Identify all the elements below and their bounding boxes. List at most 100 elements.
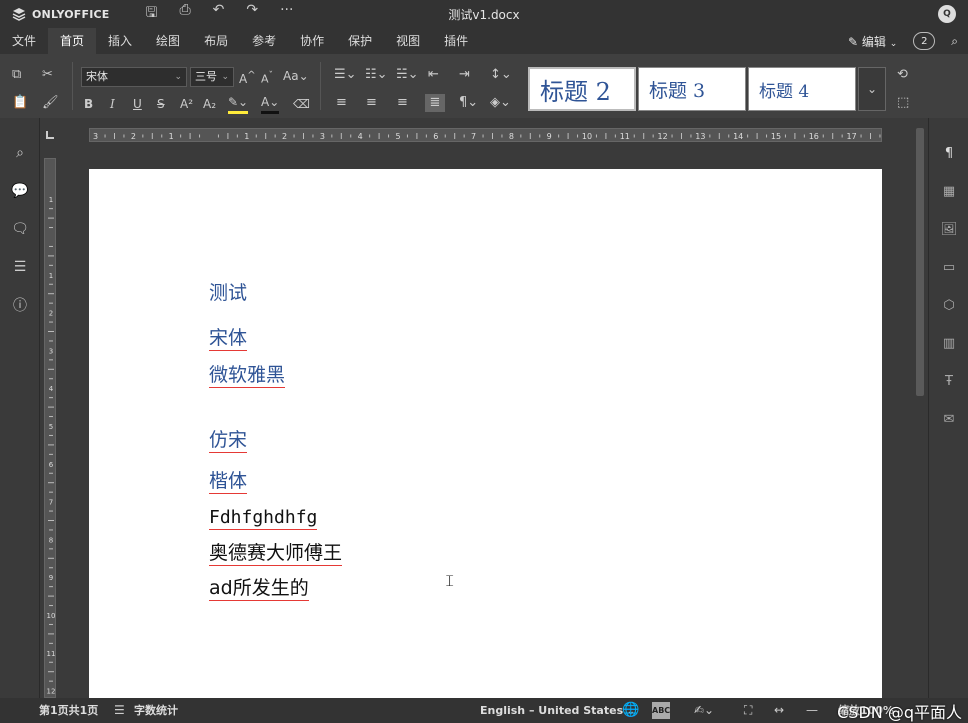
doc-line-2[interactable]: 宋体 [209, 327, 248, 351]
decrease-indent-icon[interactable]: ⇤ [428, 66, 439, 84]
tab-layout[interactable]: 布局 [192, 28, 240, 54]
align-left-icon[interactable]: ≡ [336, 94, 347, 112]
vertical-ruler[interactable]: 1123456789101112 [44, 158, 56, 698]
paste-icon[interactable]: 📋 [12, 94, 28, 112]
increase-indent-icon[interactable]: ⇥ [459, 66, 470, 84]
font-size-select[interactable]: 三号 ⌄ [190, 67, 234, 87]
doc-line-7[interactable]: 奥德赛大师傅王 [209, 542, 343, 566]
paragraph-marks-icon[interactable]: ¶⌄ [459, 94, 478, 112]
document-page[interactable]: 测试 宋体 微软雅黑 仿宋 楷体 Fdhfghdhfg 奥德赛大师傅王 ad所发… [89, 169, 882, 698]
doc-line-3[interactable]: 微软雅黑 [209, 364, 286, 388]
font-name-select[interactable]: 宋体 ⌄ [81, 67, 187, 87]
doc-line-6[interactable]: Fdhfghdhfg [209, 507, 318, 530]
textart-settings-icon[interactable]: Ŧ [929, 362, 968, 400]
header-footer-icon[interactable]: ▭ [929, 248, 968, 286]
line-spacing-icon[interactable]: ↕⌄ [490, 66, 512, 84]
zoom-out-icon[interactable]: — [806, 698, 818, 723]
multilevel-list-icon[interactable]: ☵⌄ [396, 66, 419, 84]
align-right-icon[interactable]: ≡ [397, 94, 408, 112]
tab-collaboration[interactable]: 协作 [288, 28, 336, 54]
strikethrough-icon[interactable]: S [157, 95, 165, 113]
change-case-icon[interactable]: Aa⌄ [283, 67, 309, 85]
comments-icon[interactable]: 💬 [0, 172, 40, 210]
underline-icon[interactable]: U [133, 95, 142, 113]
fit-width-icon[interactable]: ↔ [774, 698, 784, 723]
shading-icon[interactable]: ◈⌄ [490, 94, 511, 112]
justify-icon[interactable]: ≣ [425, 94, 445, 112]
style-heading-4[interactable]: 标题 4 [748, 67, 856, 111]
superscript-icon[interactable]: A² [180, 95, 193, 113]
horizontal-ruler[interactable]: 3 2 1 1 2 3 4 5 6 7 8 9 10 11 12 13 14 15 16 17 [89, 128, 882, 142]
globe-icon[interactable]: 🌐 [622, 698, 639, 723]
ruler-label: 14 [733, 132, 743, 141]
tab-view[interactable]: 视图 [384, 28, 432, 54]
tab-protection[interactable]: 保护 [336, 28, 384, 54]
tab-draw[interactable]: 绘图 [144, 28, 192, 54]
word-count-button[interactable]: 字数统计 [134, 698, 178, 723]
edit-mode-label: 编辑 [861, 34, 886, 49]
numbered-list-icon[interactable]: ☷⌄ [365, 66, 388, 84]
increase-font-icon[interactable]: A^ [239, 67, 256, 88]
app-logo: ONLYOFFICE [12, 7, 110, 21]
tab-references[interactable]: 参考 [240, 28, 288, 54]
tab-home[interactable]: 首页 [48, 28, 97, 54]
redo-icon[interactable]: ↷ [246, 2, 258, 26]
doc-line-5[interactable]: 楷体 [209, 470, 248, 494]
brand-name: ONLYOFFICE [32, 7, 110, 21]
spell-check-button[interactable]: ABC [652, 702, 670, 719]
navigation-icon[interactable]: ☰ [0, 248, 40, 286]
co-editing-users-badge[interactable]: 2 [913, 32, 936, 50]
doc-line-8[interactable]: ad所发生的 [209, 577, 309, 601]
tab-file[interactable]: 文件 [0, 28, 48, 54]
highlight-color-icon[interactable]: ✎⌄ [228, 93, 249, 114]
style-heading-3[interactable]: 标题 3 [638, 67, 746, 111]
replace-icon[interactable]: ⟲ [897, 66, 908, 84]
decrease-font-icon[interactable]: Aˇ [261, 67, 273, 89]
tab-insert[interactable]: 插入 [96, 28, 144, 54]
image-settings-icon[interactable]: 🖼 [929, 210, 968, 248]
chart-settings-icon[interactable]: ▥ [929, 324, 968, 362]
italic-icon[interactable]: I [110, 95, 115, 113]
shape-settings-icon[interactable]: ⬡ [929, 286, 968, 324]
tab-plugins[interactable]: 插件 [432, 28, 480, 54]
style-heading-2[interactable]: 标题 2 [528, 67, 636, 111]
select-all-icon[interactable]: ⬚ [897, 94, 909, 112]
undo-icon[interactable]: ↶ [213, 2, 225, 26]
cut-icon[interactable]: ✂ [42, 66, 53, 84]
chat-icon[interactable]: 🗨 [0, 210, 40, 248]
table-settings-icon[interactable]: ▦ [929, 172, 968, 210]
user-avatar[interactable]: Q [938, 5, 956, 23]
mail-merge-icon[interactable]: ✉ [929, 400, 968, 438]
ruler-label: 6 [433, 132, 438, 141]
align-center-icon[interactable]: ≡ [366, 94, 377, 112]
chevron-down-icon: ⌄ [174, 72, 182, 82]
page-indicator[interactable]: 第1页共1页 [39, 698, 98, 723]
tab-stop-selector[interactable] [46, 131, 54, 139]
font-color-icon[interactable]: A⌄ [261, 93, 280, 114]
scrollbar-thumb[interactable] [916, 128, 924, 396]
doc-line-1[interactable]: 测试 [209, 281, 247, 305]
language-select[interactable]: English – United States ⌄ [480, 698, 635, 723]
ruler-label: 3 [320, 132, 325, 141]
fit-page-icon[interactable]: ⛶ [744, 698, 752, 723]
search-icon[interactable]: ⌕ [951, 34, 958, 49]
bold-icon[interactable]: B [84, 95, 93, 113]
paragraph-settings-icon[interactable]: ¶ [929, 134, 968, 172]
track-changes-icon[interactable]: ✍⌄ [694, 698, 714, 723]
print-icon[interactable]: ⎙ [179, 2, 190, 26]
bullet-list-icon[interactable]: ☰⌄ [334, 66, 357, 84]
style-gallery-expand-button[interactable]: ⌄ [858, 67, 886, 111]
format-painter-icon[interactable]: 🖌 [42, 94, 59, 112]
ruler-label: 5 [395, 132, 400, 141]
save-icon[interactable]: 🖫 [146, 2, 158, 26]
more-icon[interactable]: ··· [280, 2, 293, 26]
about-icon[interactable]: ⓘ [0, 286, 40, 324]
right-sidebar: ¶ ▦ 🖼 ▭ ⬡ ▥ Ŧ ✉ [928, 118, 968, 698]
clear-format-icon[interactable]: ⌫ [293, 95, 310, 113]
vertical-scrollbar[interactable] [914, 124, 926, 698]
edit-mode-button[interactable]: ✎ 编辑 ⌄ [848, 33, 897, 50]
copy-icon[interactable]: ⧉ [12, 66, 21, 84]
doc-line-4[interactable]: 仿宋 [209, 429, 248, 453]
subscript-icon[interactable]: A₂ [203, 95, 216, 113]
find-icon[interactable]: ⌕ [0, 134, 40, 172]
